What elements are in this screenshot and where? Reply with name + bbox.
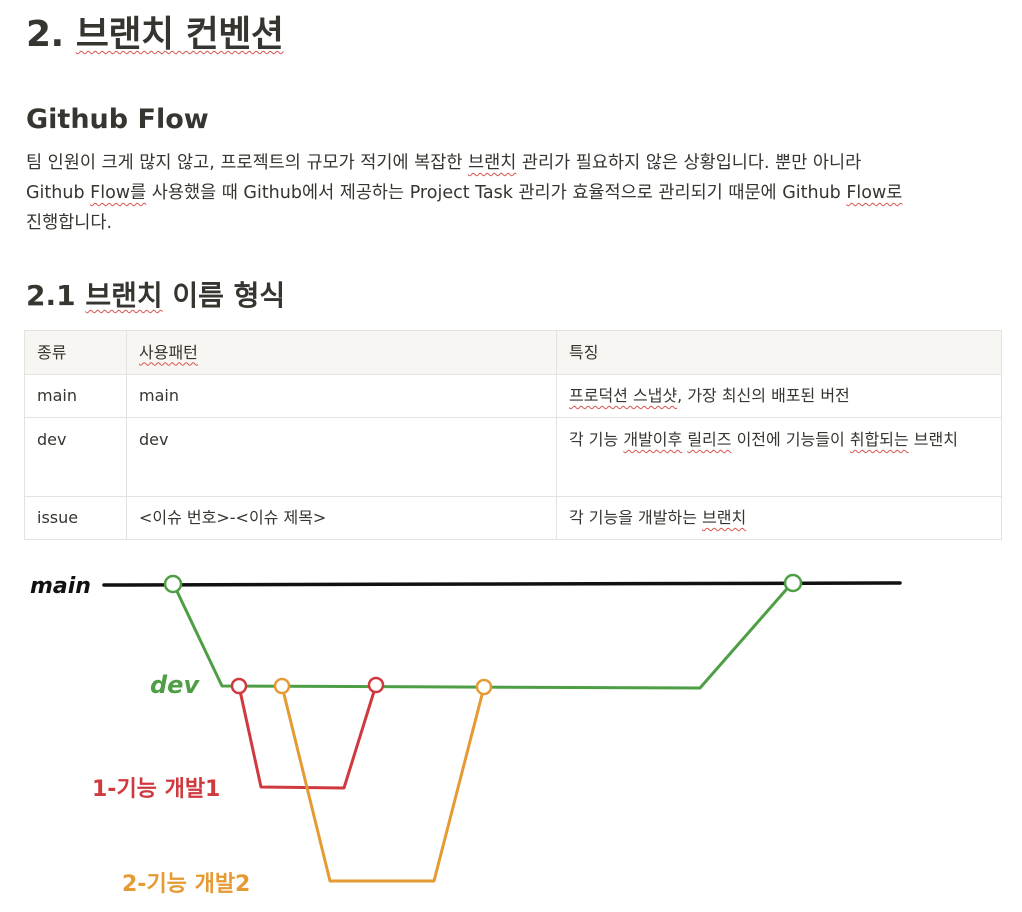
table-cell-pattern[interactable]: main <box>126 374 557 418</box>
table-cell-desc[interactable]: 프로덕션 스냅샷, 가장 최신의 배포된 버전 <box>556 374 1002 418</box>
table-row: dev dev 각 기능 개발이후 릴리즈 이전에 기능들이 취합되는 브랜치 <box>24 417 1002 497</box>
cell-text: 브랜치 <box>702 508 747 527</box>
cell-text: 개발이후 <box>623 430 683 449</box>
table-cell-type[interactable]: main <box>24 374 127 418</box>
cell-text: 프로덕션 스냅샷 <box>569 386 678 405</box>
cell-text: 릴리즈 <box>687 430 732 449</box>
feature2-branch-label: 2-기능 개발2 <box>122 872 250 897</box>
page-title-text: 브랜치 컨벤션 <box>75 14 284 55</box>
document-page: 2. 브랜치 컨벤션 Github Flow 팀 인원이 크게 많지 않고, 프… <box>0 0 1022 912</box>
main-branch-label: main <box>30 574 91 599</box>
paragraph-text: Flow로 <box>846 183 903 203</box>
subsection-text: 브랜치 <box>85 279 163 312</box>
paragraph-text: 브랜치 <box>468 153 517 173</box>
table-row: main main 프로덕션 스냅샷, 가장 최신의 배포된 버전 <box>24 374 1002 418</box>
table-cell-pattern[interactable]: <이슈 번호>-<이슈 제목> <box>126 496 557 540</box>
column-header-text: 사용패턴 <box>139 342 198 362</box>
section-title: Github Flow <box>26 104 209 135</box>
column-header-type[interactable]: 종류 <box>24 330 127 375</box>
feature1-branch-label: 1-기능 개발1 <box>92 777 220 802</box>
cell-text: , 가장 최신의 배포된 버전 <box>677 386 850 405</box>
main-commit-node <box>163 574 183 594</box>
subsection-text: 이름 형식 <box>162 279 286 312</box>
main-merge-node <box>783 573 803 593</box>
table-cell-desc[interactable]: 각 기능을 개발하는 브랜치 <box>556 496 1002 540</box>
dev-branch-label: dev <box>150 671 200 699</box>
table-cell-desc[interactable]: 각 기능 개발이후 릴리즈 이전에 기능들이 취합되는 브랜치 <box>556 417 1002 497</box>
paragraph-text: 팀 인원이 크게 많지 않고, 프로젝트의 규모가 적기에 복잡한 <box>26 153 469 173</box>
column-header-feature[interactable]: 특징 <box>556 330 1002 375</box>
table-cell-pattern[interactable]: dev <box>126 417 557 497</box>
table-header-row: 종류 사용패턴 특징 <box>24 330 1002 375</box>
cell-text: 취합되는 <box>849 430 909 449</box>
cell-text: 각 기능을 개발하는 <box>569 508 703 527</box>
cell-text: 각 기능 <box>569 430 624 449</box>
cell-text: 이전에 기능들이 <box>731 430 850 449</box>
paragraph-text: 사용했을 때 Github에서 제공하는 Project Task 관리가 효율… <box>146 183 847 203</box>
page-title-number: 2. <box>26 14 64 55</box>
main-branch-line <box>102 581 902 587</box>
feature1-branch-line <box>237 684 378 790</box>
feature2-merge-node <box>475 678 493 696</box>
table-cell-type[interactable]: issue <box>24 496 127 540</box>
feature1-start-node <box>230 677 248 695</box>
subsection-title: 2.1 브랜치 이름 형식 <box>26 276 285 316</box>
page-title: 2. 브랜치 컨벤션 <box>26 10 284 60</box>
cell-text: 브랜치 <box>908 430 958 449</box>
paragraph-text: Flow를 <box>90 183 147 203</box>
feature2-start-node <box>273 677 291 695</box>
dev-branch-line <box>172 582 794 690</box>
subsection-number: 2.1 <box>26 279 76 312</box>
paragraph-text: 진행합니다. <box>26 213 113 233</box>
feature1-merge-node <box>367 676 385 694</box>
column-header-pattern[interactable]: 사용패턴 <box>126 330 557 375</box>
git-flow-diagram: main dev 1-기능 개발1 2-기능 개발2 <box>30 573 902 897</box>
branch-naming-table: 종류 사용패턴 특징 main main 프로덕션 스냅샷, 가장 최신의 배포… <box>24 330 1002 540</box>
table-row: issue <이슈 번호>-<이슈 제목> 각 기능을 개발하는 브랜치 <box>24 496 1002 540</box>
intro-paragraph: 팀 인원이 크게 많지 않고, 프로젝트의 규모가 적기에 복잡한 브랜치 관리… <box>26 148 906 238</box>
table-cell-type[interactable]: dev <box>24 417 127 497</box>
feature2-branch-line <box>280 685 486 883</box>
